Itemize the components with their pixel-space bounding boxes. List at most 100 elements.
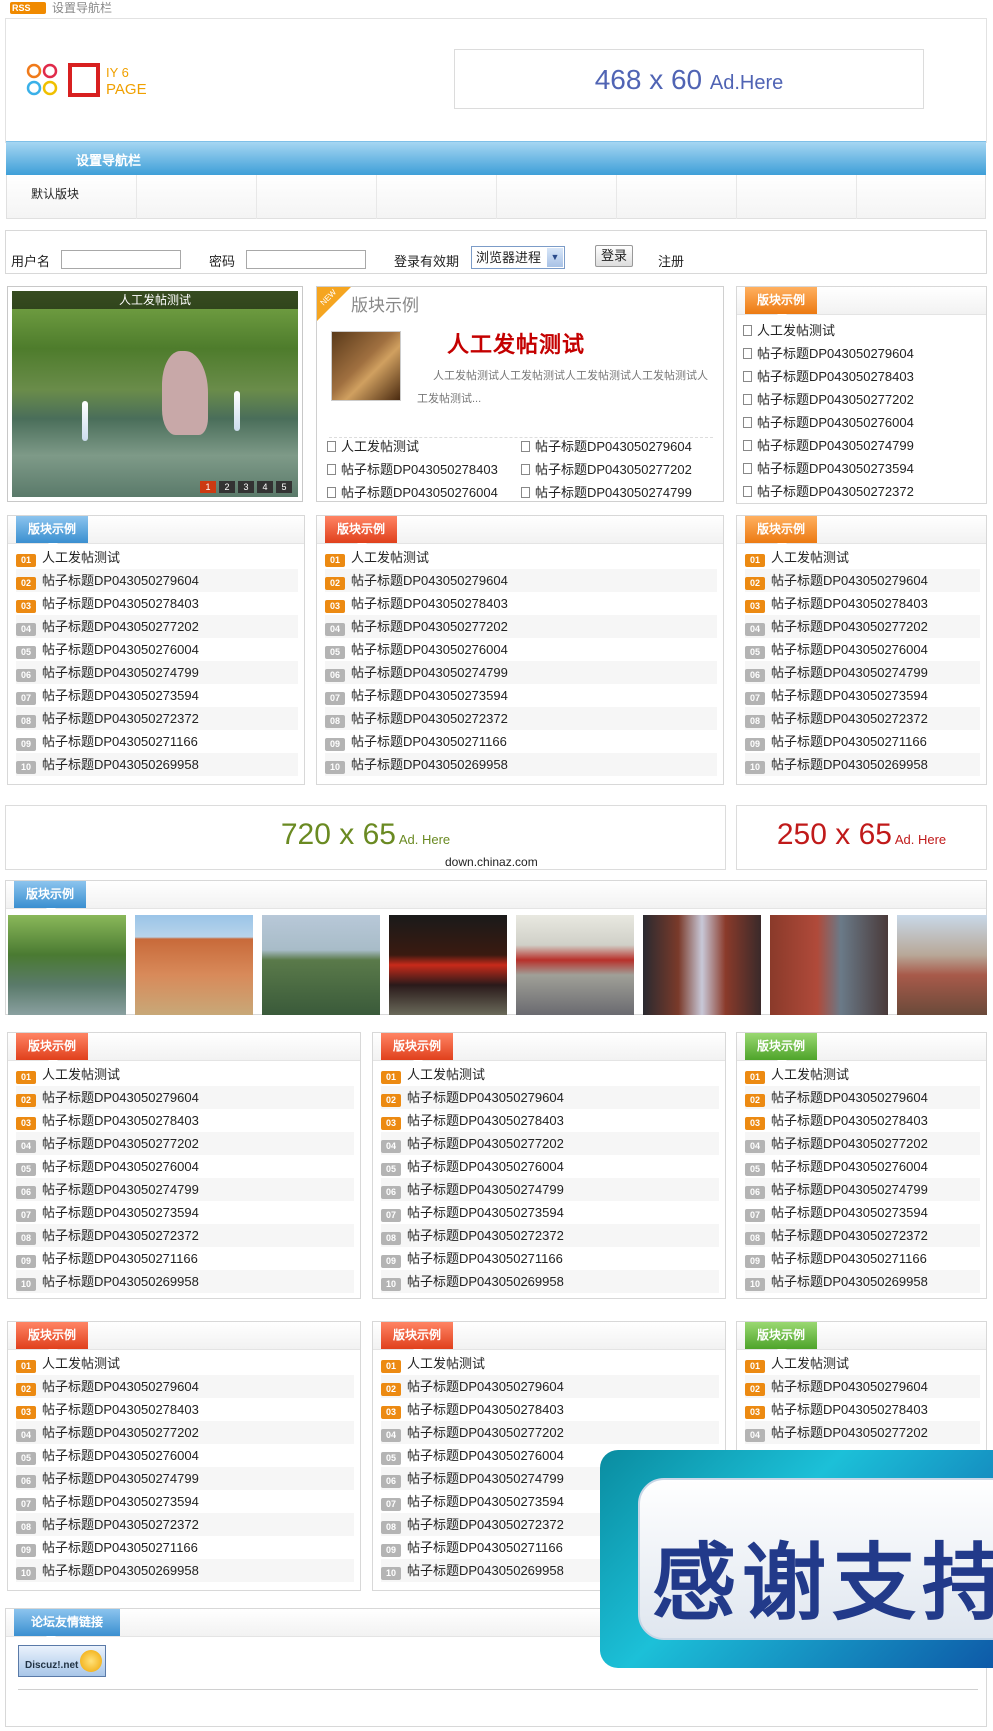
- list-item[interactable]: 08 帖子标题DP043050272372: [16, 707, 298, 730]
- photo-thumb[interactable]: [897, 915, 987, 1015]
- list-item[interactable]: 04 帖子标题DP043050277202: [381, 1421, 719, 1444]
- list-item[interactable]: 07 帖子标题DP043050273594: [16, 684, 298, 707]
- list-item[interactable]: 10 帖子标题DP043050269958: [16, 1559, 354, 1582]
- feature-headline[interactable]: 人工发帖测试: [447, 327, 585, 359]
- list-item[interactable]: 01 人工发帖测试: [745, 1063, 980, 1086]
- list-item[interactable]: 02 帖子标题DP043050279604: [381, 1086, 719, 1109]
- list-item[interactable]: 03 帖子标题DP043050278403: [325, 592, 717, 615]
- list-item[interactable]: 04 帖子标题DP043050277202: [745, 615, 980, 638]
- feature-thumbnail[interactable]: [331, 331, 401, 401]
- list-item[interactable]: 08 帖子标题DP043050272372: [745, 1224, 980, 1247]
- list-item[interactable]: 07 帖子标题DP043050273594: [745, 1201, 980, 1224]
- list-item[interactable]: 04 帖子标题DP043050277202: [745, 1132, 980, 1155]
- list-item[interactable]: 04 帖子标题DP043050277202: [16, 1132, 354, 1155]
- list-item[interactable]: 09 帖子标题DP043050271166: [16, 1247, 354, 1270]
- block-tab[interactable]: 版块示例: [745, 1033, 817, 1065]
- list-item[interactable]: 06 帖子标题DP043050274799: [745, 661, 980, 684]
- list-item[interactable]: 04 帖子标题DP043050277202: [381, 1132, 719, 1155]
- list-item[interactable]: 02 帖子标题DP043050279604: [325, 569, 717, 592]
- list-item[interactable]: 10 帖子标题DP043050269958: [745, 753, 980, 776]
- slide-page-button[interactable]: 1: [200, 481, 216, 493]
- list-item[interactable]: 09 帖子标题DP043050271166: [325, 730, 717, 753]
- rss-icon[interactable]: RSS: [10, 2, 46, 14]
- list-item[interactable]: 06 帖子标题DP043050274799: [16, 661, 298, 684]
- list-item[interactable]: 01 人工发帖测试: [325, 546, 717, 569]
- list-item[interactable]: 10 帖子标题DP043050269958: [381, 1270, 719, 1293]
- list-item[interactable]: 07 帖子标题DP043050273594: [381, 1201, 719, 1224]
- list-item[interactable]: 01 人工发帖测试: [16, 546, 298, 569]
- block-tab[interactable]: 版块示例: [381, 1033, 453, 1065]
- list-item[interactable]: 01 人工发帖测试: [381, 1063, 719, 1086]
- list-item[interactable]: 01 人工发帖测试: [745, 1352, 980, 1375]
- list-item[interactable]: 09 帖子标题DP043050271166: [16, 730, 298, 753]
- block-tab[interactable]: 版块示例: [381, 1322, 453, 1354]
- list-item[interactable]: 帖子标题DP043050274799: [743, 434, 980, 457]
- password-input[interactable]: [246, 250, 366, 269]
- list-item[interactable]: 06 帖子标题DP043050274799: [381, 1178, 719, 1201]
- list-item[interactable]: 10 帖子标题DP043050269958: [325, 753, 717, 776]
- site-logo[interactable]: IY 6 PAGE: [26, 61, 186, 106]
- list-item[interactable]: 07 帖子标题DP043050273594: [745, 684, 980, 707]
- subnav-item-default[interactable]: 默认版块: [31, 185, 79, 202]
- slideshow[interactable]: 人工发帖测试 12345: [7, 286, 303, 502]
- list-item[interactable]: 01 人工发帖测试: [16, 1352, 354, 1375]
- list-item[interactable]: 02 帖子标题DP043050279604: [16, 1086, 354, 1109]
- photo-thumb[interactable]: [8, 915, 126, 1015]
- list-item[interactable]: 09 帖子标题DP043050271166: [745, 1247, 980, 1270]
- expiry-select[interactable]: 浏览器进程 ▼: [471, 246, 565, 269]
- list-item[interactable]: 09 帖子标题DP043050271166: [381, 1247, 719, 1270]
- list-item[interactable]: 03 帖子标题DP043050278403: [16, 592, 298, 615]
- list-item[interactable]: 03 帖子标题DP043050278403: [381, 1398, 719, 1421]
- block-tab[interactable]: 版块示例: [745, 516, 817, 548]
- list-item[interactable]: 02 帖子标题DP043050279604: [745, 569, 980, 592]
- slide-image[interactable]: [12, 291, 298, 497]
- slide-page-button[interactable]: 5: [276, 481, 292, 493]
- list-item[interactable]: 03 帖子标题DP043050278403: [745, 592, 980, 615]
- slide-page-button[interactable]: 2: [219, 481, 235, 493]
- login-button[interactable]: 登录: [595, 245, 633, 267]
- thanks-overlay[interactable]: 感谢支持: [600, 1450, 993, 1668]
- list-item[interactable]: 04 帖子标题DP043050277202: [16, 1421, 354, 1444]
- list-item[interactable]: 01 人工发帖测试: [381, 1352, 719, 1375]
- list-item[interactable]: 10 帖子标题DP043050269958: [745, 1270, 980, 1293]
- list-item[interactable]: 02 帖子标题DP043050279604: [745, 1086, 980, 1109]
- list-item[interactable]: 06 帖子标题DP043050274799: [16, 1467, 354, 1490]
- photo-thumb[interactable]: [516, 915, 634, 1015]
- list-item[interactable]: 03 帖子标题DP043050278403: [16, 1398, 354, 1421]
- list-item[interactable]: 05 帖子标题DP043050276004: [16, 1155, 354, 1178]
- list-item[interactable]: 08 帖子标题DP043050272372: [381, 1224, 719, 1247]
- list-item[interactable]: 08 帖子标题DP043050272372: [16, 1224, 354, 1247]
- list-item[interactable]: 02 帖子标题DP043050279604: [381, 1375, 719, 1398]
- list-item[interactable]: 帖子标题DP043050278403: [327, 458, 498, 481]
- list-item[interactable]: 03 帖子标题DP043050278403: [745, 1398, 980, 1421]
- list-item[interactable]: 06 帖子标题DP043050274799: [325, 661, 717, 684]
- list-item[interactable]: 04 帖子标题DP043050277202: [16, 615, 298, 638]
- list-item[interactable]: 01 人工发帖测试: [16, 1063, 354, 1086]
- ad-720[interactable]: 720 x 65 Ad. Here: [5, 805, 726, 870]
- block-tab[interactable]: 版块示例: [16, 516, 88, 548]
- list-item[interactable]: 06 帖子标题DP043050274799: [16, 1178, 354, 1201]
- photo-thumb[interactable]: [770, 915, 888, 1015]
- photo-thumb[interactable]: [643, 915, 761, 1015]
- list-item[interactable]: 05 帖子标题DP043050276004: [16, 1444, 354, 1467]
- slide-caption[interactable]: 人工发帖测试: [12, 291, 298, 309]
- nav-setting-link[interactable]: 设置导航栏: [52, 0, 112, 16]
- list-item[interactable]: 05 帖子标题DP043050276004: [745, 1155, 980, 1178]
- list-item[interactable]: 10 帖子标题DP043050269958: [16, 1270, 354, 1293]
- block-tab[interactable]: 版块示例: [14, 881, 86, 913]
- list-item[interactable]: 帖子标题DP043050277202: [743, 388, 980, 411]
- slide-page-button[interactable]: 3: [238, 481, 254, 493]
- list-item[interactable]: 人工发帖测试: [743, 319, 980, 342]
- list-item[interactable]: 帖子标题DP043050276004: [327, 481, 498, 504]
- list-item[interactable]: 帖子标题DP043050277202: [521, 458, 692, 481]
- list-item[interactable]: 帖子标题DP043050274799: [521, 481, 692, 504]
- list-item[interactable]: 07 帖子标题DP043050273594: [16, 1201, 354, 1224]
- list-item[interactable]: 03 帖子标题DP043050278403: [745, 1109, 980, 1132]
- list-item[interactable]: 08 帖子标题DP043050272372: [325, 707, 717, 730]
- block-tab[interactable]: 版块示例: [16, 1322, 88, 1354]
- list-item[interactable]: 08 帖子标题DP043050272372: [16, 1513, 354, 1536]
- list-item[interactable]: 06 帖子标题DP043050274799: [745, 1178, 980, 1201]
- list-item[interactable]: 08 帖子标题DP043050272372: [745, 707, 980, 730]
- list-item[interactable]: 05 帖子标题DP043050276004: [16, 638, 298, 661]
- nav-setting-label[interactable]: 设置导航栏: [76, 150, 141, 169]
